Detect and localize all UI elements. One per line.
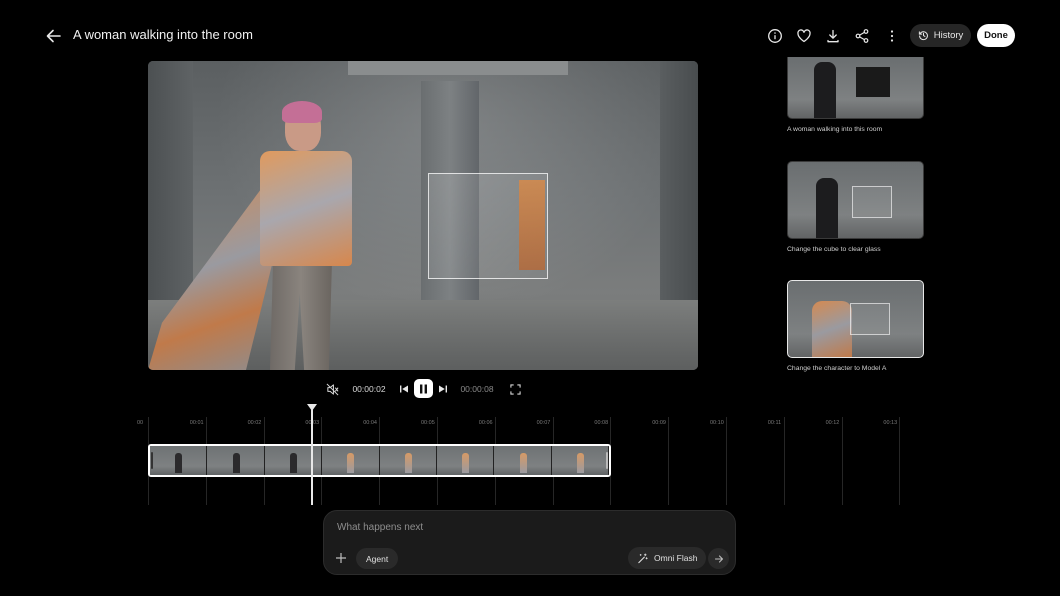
done-button[interactable]: Done bbox=[977, 24, 1015, 47]
frame-figure bbox=[576, 453, 584, 473]
history-thumbnail[interactable] bbox=[787, 57, 924, 119]
history-item[interactable]: A woman walking into this room bbox=[787, 57, 924, 133]
total-time: 00:00:08 bbox=[460, 384, 494, 394]
prompt-input[interactable] bbox=[335, 521, 719, 534]
skip-next-icon bbox=[439, 385, 447, 393]
timeline-tick bbox=[668, 417, 670, 505]
arrow-left-icon bbox=[46, 29, 61, 43]
more-options-button[interactable] bbox=[881, 25, 903, 47]
model-label: Omni Flash bbox=[654, 553, 698, 563]
pause-button[interactable] bbox=[414, 379, 433, 398]
timeline-tick-label: 00:04 bbox=[363, 420, 377, 426]
cube-cloth bbox=[519, 180, 545, 270]
thumb-figure bbox=[816, 178, 838, 238]
back-button[interactable] bbox=[44, 26, 64, 46]
info-icon bbox=[768, 29, 782, 43]
model-selector-button[interactable]: Omni Flash bbox=[628, 547, 707, 569]
heart-icon bbox=[797, 29, 811, 43]
timeline-tick-label: 00:13 bbox=[883, 420, 898, 426]
clip-frame bbox=[207, 446, 265, 475]
timeline-tick bbox=[726, 417, 727, 505]
mute-button[interactable] bbox=[324, 380, 340, 398]
video-preview[interactable] bbox=[148, 61, 698, 370]
timeline-tick-label: 00:10 bbox=[710, 420, 724, 426]
clip-trim-handle-right[interactable] bbox=[606, 452, 608, 469]
character-shirt bbox=[260, 151, 352, 266]
history-button[interactable]: History bbox=[910, 24, 971, 47]
fullscreen-icon bbox=[509, 383, 521, 395]
plus-icon bbox=[336, 553, 346, 563]
download-icon bbox=[827, 29, 839, 43]
clip-frame bbox=[436, 446, 495, 475]
history-item-label: A woman walking into this room bbox=[787, 126, 883, 133]
frame-figure bbox=[404, 453, 412, 473]
arrow-right-icon bbox=[714, 554, 723, 563]
download-button[interactable] bbox=[822, 25, 844, 47]
thumb-character bbox=[812, 301, 852, 357]
timeline-tick-label: 00:08 bbox=[594, 420, 609, 426]
thumb-cube bbox=[850, 303, 890, 335]
playhead-handle[interactable] bbox=[307, 404, 317, 411]
clip-frame bbox=[379, 446, 437, 475]
info-button[interactable] bbox=[764, 25, 786, 47]
thumb-cube bbox=[852, 186, 892, 218]
timeline-tick-label: 00:09 bbox=[652, 420, 666, 426]
thumb-cube bbox=[856, 67, 890, 97]
skip-previous-button[interactable] bbox=[397, 380, 411, 398]
frame-figure bbox=[232, 453, 240, 473]
timeline-tick-label: 00:05 bbox=[421, 420, 435, 426]
clip-frame bbox=[322, 446, 380, 475]
timeline-tick-label: 00:11 bbox=[767, 420, 782, 426]
timeline-tick bbox=[783, 417, 785, 505]
timeline-tick bbox=[841, 417, 843, 505]
more-vertical-icon bbox=[890, 30, 894, 42]
clip-trim-handle-left[interactable] bbox=[151, 452, 153, 469]
thumb-figure bbox=[814, 62, 836, 118]
clip-frame bbox=[264, 446, 323, 475]
history-label: History bbox=[933, 30, 964, 41]
add-button[interactable] bbox=[332, 549, 350, 567]
clip-frame bbox=[150, 446, 208, 475]
timeline-tick-label: 00:02 bbox=[247, 420, 262, 426]
video-clip[interactable] bbox=[148, 444, 611, 477]
playhead[interactable] bbox=[311, 405, 313, 505]
timeline-tick-label: 00:07 bbox=[536, 420, 551, 426]
favorite-button[interactable] bbox=[793, 25, 815, 47]
history-item[interactable]: Change the cube to clear glass bbox=[787, 161, 924, 253]
clip-frame bbox=[494, 446, 552, 475]
timeline-tick-label: 00:06 bbox=[478, 420, 493, 426]
timeline-tick-label: 00 bbox=[137, 420, 144, 426]
timeline-tick bbox=[899, 417, 901, 505]
magic-wand-icon bbox=[638, 553, 648, 563]
history-item[interactable]: Change the character to Model A bbox=[787, 280, 924, 372]
agent-button[interactable]: Agent bbox=[356, 548, 399, 569]
glass-cube bbox=[428, 173, 548, 279]
ceiling-beam bbox=[348, 61, 568, 75]
frame-figure bbox=[290, 453, 298, 473]
skip-previous-icon bbox=[400, 385, 408, 393]
frame-figure bbox=[519, 453, 527, 473]
history-thumbnail[interactable] bbox=[787, 161, 924, 239]
history-thumbnail[interactable] bbox=[787, 280, 924, 358]
clip-frame bbox=[551, 446, 609, 475]
timeline-tick-label: 00:12 bbox=[825, 420, 840, 426]
prompt-box: Agent Omni Flash bbox=[323, 510, 736, 575]
pause-icon bbox=[420, 384, 427, 393]
page-title: A woman walking into the room bbox=[73, 27, 253, 42]
timeline-tick-label: 00:01 bbox=[189, 420, 204, 426]
frame-figure bbox=[175, 453, 183, 473]
share-icon bbox=[855, 29, 869, 43]
history-icon bbox=[918, 31, 928, 41]
fullscreen-button[interactable] bbox=[508, 380, 522, 398]
character-hair bbox=[282, 101, 322, 123]
current-time: 00:00:02 bbox=[352, 384, 386, 394]
frame-figure bbox=[462, 453, 470, 473]
send-button[interactable] bbox=[708, 548, 729, 569]
frame-figure bbox=[347, 453, 355, 473]
skip-next-button[interactable] bbox=[436, 380, 450, 398]
share-button[interactable] bbox=[851, 25, 873, 47]
volume-off-icon bbox=[326, 383, 338, 395]
history-item-label: Change the cube to clear glass bbox=[787, 246, 881, 253]
history-item-label: Change the character to Model A bbox=[787, 365, 887, 372]
